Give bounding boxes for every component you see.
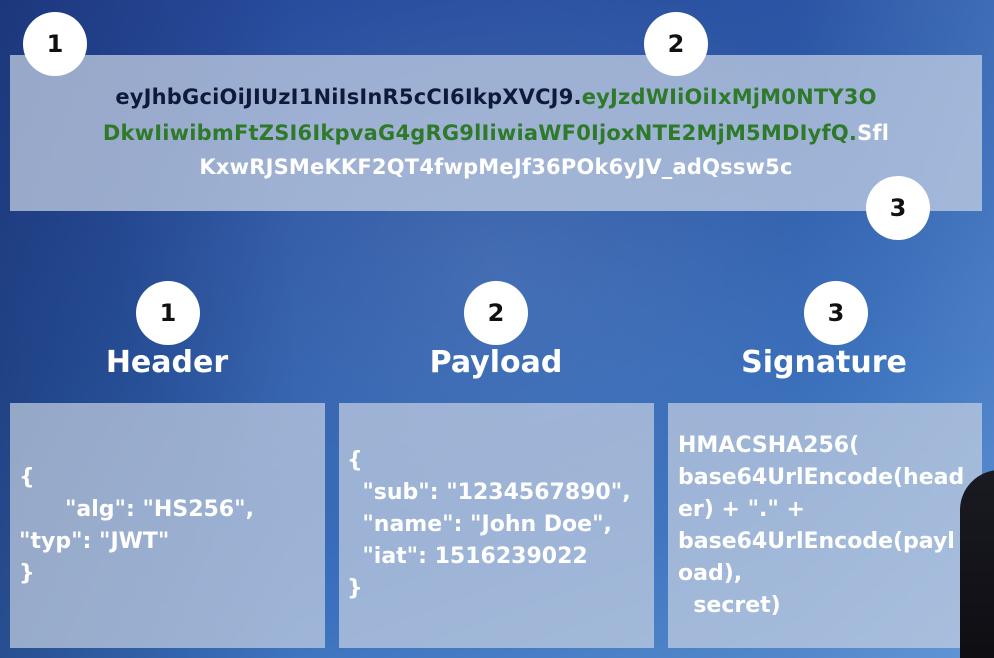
signature-line: base64UrlEncode(head xyxy=(678,465,965,490)
token-badge-3: 3 xyxy=(866,176,930,240)
token-badge-1: 1 xyxy=(23,12,87,76)
header-panel: { "alg": "HS256", "typ": "JWT" } xyxy=(10,403,325,648)
token-dot: . xyxy=(848,121,858,145)
header-badge: 1 xyxy=(136,281,200,345)
signature-panel: HMACSHA256( base64UrlEncode(head er) + "… xyxy=(668,403,982,648)
payload-line: } xyxy=(347,576,363,601)
payload-line: "sub": "1234567890", xyxy=(347,480,631,505)
payload-line: { xyxy=(347,448,363,473)
payload-line: "name": "John Doe", xyxy=(347,512,612,537)
token-payload-segment: eyJzdWIiOiIxMjM0NTY3O xyxy=(581,85,877,109)
encoded-token-box: eyJhbGciOiJIUzI1NiIsInR5cCI6IkpXVCJ9.eyJ… xyxy=(10,55,982,211)
signature-line: er) + "." + xyxy=(678,497,805,522)
payload-title: Payload xyxy=(429,345,563,380)
signature-line: HMACSHA256( xyxy=(678,433,860,458)
token-badge-2: 2 xyxy=(644,12,708,76)
payload-line: "iat": 1516239022 xyxy=(347,544,588,569)
token-dot: . xyxy=(573,85,582,109)
header-line: "typ": "JWT" xyxy=(19,529,170,554)
token-header-segment: eyJhbGciOiJIUzI1NiIsInR5cCI6IkpXVCJ9 xyxy=(115,85,574,109)
payload-panel: { "sub": "1234567890", "name": "John Doe… xyxy=(339,403,654,648)
header-line: } xyxy=(19,561,35,586)
presenter-silhouette xyxy=(960,470,994,658)
payload-badge: 2 xyxy=(464,281,528,345)
signature-title: Signature xyxy=(741,345,907,380)
header-title: Header xyxy=(105,345,229,380)
signature-badge: 3 xyxy=(804,281,868,345)
token-signature-segment: Sfl xyxy=(857,121,890,145)
token-signature-segment: KxwRJSMeKKF2QT4fwpMeJf36POk6yJV_adQssw5c xyxy=(199,155,793,179)
signature-line: base64UrlEncode(payl xyxy=(678,529,955,554)
signature-line: secret) xyxy=(678,593,781,618)
signature-line: oad), xyxy=(678,561,743,586)
token-line-3: KxwRJSMeKKF2QT4fwpMeJf36POk6yJV_adQssw5c xyxy=(10,155,982,179)
token-line-2: DkwIiwibmFtZSI6IkpvaG4gRG9lIiwiaWF0IjoxN… xyxy=(10,121,982,145)
header-line: { xyxy=(19,465,35,490)
token-payload-segment: DkwIiwibmFtZSI6IkpvaG4gRG9lIiwiaWF0IjoxN… xyxy=(102,121,849,145)
token-line-1: eyJhbGciOiJIUzI1NiIsInR5cCI6IkpXVCJ9.eyJ… xyxy=(10,85,982,109)
header-line: "alg": "HS256", xyxy=(19,497,254,522)
